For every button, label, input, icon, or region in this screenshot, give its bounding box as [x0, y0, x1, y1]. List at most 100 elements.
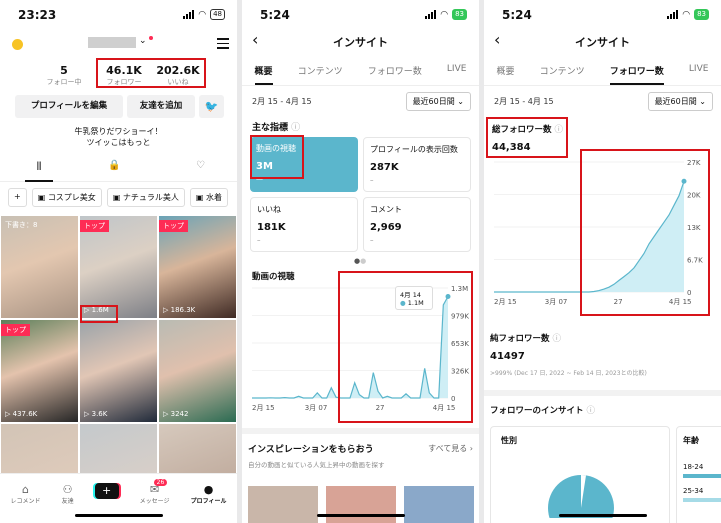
tab-content[interactable]: コンテンツ — [298, 62, 343, 85]
tab-followers[interactable]: フォロワー数 — [609, 62, 664, 85]
info-icon[interactable]: ⓘ — [586, 406, 595, 416]
insights-overview-screen: 5:24 ◠ 83 ‹ インサイト 概要 コンテンツ フォロワー数 LIVE 2… — [242, 0, 479, 523]
view-count-value: 186.3K — [170, 306, 196, 314]
metric-delta: – — [370, 176, 374, 184]
tab-live[interactable]: LIVE — [447, 62, 467, 85]
playlist-label: コスプレ美女 — [47, 193, 96, 202]
video-thumbnail[interactable]: トップ ▷ 1.6M — [80, 216, 157, 318]
video-thumbnail[interactable]: ▷ 3242 — [159, 320, 236, 422]
tooltip-value-row: ● 1.1M — [400, 299, 424, 307]
inspiration-thumb[interactable] — [248, 486, 318, 523]
view-count-value: 3.6K — [91, 410, 108, 418]
x-tick-label: 2月 15 — [252, 404, 275, 412]
age-group: 18-24 — [683, 463, 704, 471]
stat-following[interactable]: 5 フォロー中 — [36, 64, 92, 87]
menu-icon[interactable] — [217, 38, 229, 49]
video-thumbnail[interactable]: トップ ▷ 186.3K — [159, 216, 236, 318]
tab-content[interactable]: コンテンツ — [540, 62, 585, 85]
status-icons: ◠ 48 — [183, 9, 225, 20]
playlist-label: 水着 — [206, 193, 223, 202]
wifi-icon: ◠ — [198, 9, 207, 20]
inspiration-thumb[interactable] — [326, 486, 396, 523]
tab-overview[interactable]: 概要 — [254, 62, 273, 85]
age-card[interactable]: 年齢 18-24 25-34 — [676, 426, 721, 523]
metric-value: 3M — [256, 161, 273, 172]
edit-profile-button[interactable]: プロフィールを編集 — [15, 95, 123, 118]
y-tick-label: 979K — [451, 313, 469, 321]
inspiration-thumb[interactable] — [404, 486, 474, 523]
stat-followers[interactable]: 46.1K フォロワー — [96, 64, 152, 87]
nav-home[interactable]: ⌂ レコメンド — [11, 483, 41, 505]
nav-profile[interactable]: ● プロフィール — [191, 483, 227, 505]
metric-delta: – — [257, 236, 261, 244]
twitter-icon[interactable]: 🐦 — [199, 95, 224, 118]
video-thumbnail[interactable]: 下書き：8 — [1, 216, 78, 318]
nav-label: 友達 — [61, 498, 74, 505]
playlist-chip[interactable]: ▣ コスプレ美女 — [31, 188, 102, 207]
add-playlist-button[interactable]: + — [8, 188, 27, 207]
date-range-select[interactable]: 最近60日間 ⌄ — [405, 92, 471, 111]
tab-live[interactable]: LIVE — [689, 62, 709, 85]
metric-card-likes[interactable]: いいね 181K – — [250, 197, 358, 252]
metric-card-profile-views[interactable]: プロフィールの表示回数 287K – — [363, 137, 471, 192]
views-chart: 1.3M 979K 653K 326K 0 2月 15 3月 07 27 4月 15 — [252, 285, 469, 412]
y-tick-label: 0 — [687, 289, 691, 297]
date-range: 2月 15 - 4月 15 — [252, 97, 312, 106]
status-icons: ◠ 83 — [425, 9, 467, 20]
coin-icon[interactable] — [12, 39, 23, 50]
signal-icon — [425, 10, 437, 19]
metric-card-comments[interactable]: コメント 2,969 – — [363, 197, 471, 252]
stat-label: いいね — [167, 78, 189, 86]
bio-line: ツイッこはもっと — [86, 138, 151, 147]
grid-tab-icon[interactable]: ⦀ — [25, 160, 53, 182]
y-tick-label: 0 — [451, 395, 455, 403]
tab-followers[interactable]: フォロワー数 — [368, 62, 422, 85]
video-thumbnail[interactable]: ▷ 3.6K — [80, 320, 157, 422]
playlist-chip[interactable]: ▣ ナチュラル美人 — [106, 188, 185, 207]
chevron-down-icon[interactable]: ⌄ — [139, 36, 147, 46]
metric-label: プロフィールの表示回数 — [370, 145, 458, 154]
home-indicator — [559, 514, 647, 517]
add-friend-button[interactable]: 友達を追加 — [127, 95, 195, 118]
y-tick-label: 6.7K — [687, 257, 703, 265]
section-title-text: 主な指標 — [252, 123, 289, 133]
view-count: ▷ 186.3K — [163, 306, 196, 314]
tab-overview[interactable]: 概要 — [497, 62, 515, 85]
liked-tab-icon[interactable]: ♡ — [196, 160, 205, 171]
stat-value: 5 — [60, 64, 68, 77]
lock-icon[interactable]: 🔒 — [108, 160, 120, 171]
stat-value: 202.6K — [156, 64, 200, 77]
account-name-blurred[interactable] — [88, 37, 136, 48]
nav-label: レコメンド — [10, 498, 41, 505]
info-icon[interactable]: ⓘ — [554, 125, 563, 135]
stat-likes[interactable]: 202.6K いいね — [150, 64, 206, 87]
metric-card-views[interactable]: 動画の視聴 3M — — [250, 137, 358, 192]
metric-value: 287K — [370, 162, 399, 173]
gender-card[interactable]: 性別 — [490, 426, 670, 523]
y-tick-label: 1.3M — [451, 285, 468, 293]
follower-insight-section: フォロワーのインサイト ⓘ 性別 年齢 18-24 25-34 — [484, 390, 721, 523]
nav-friends[interactable]: ⚇ 友達 — [62, 483, 74, 505]
x-tick-label: 3月 07 — [545, 298, 568, 306]
status-time: 23:23 — [18, 8, 57, 22]
view-count-value: 1.6M — [91, 306, 109, 314]
wifi-icon: ◠ — [682, 9, 691, 20]
tooltip-value: 1.1M — [407, 299, 424, 307]
home-indicator — [317, 514, 405, 517]
gender-pie — [548, 475, 614, 518]
playlist-chip[interactable]: ▣ 水着 — [189, 188, 229, 207]
date-range-select[interactable]: 最近60日間 ⌄ — [647, 92, 713, 111]
nav-inbox[interactable]: ✉ 26 メッセージ — [140, 479, 170, 505]
signal-icon — [667, 10, 679, 19]
metric-label: コメント — [370, 205, 402, 214]
create-button[interactable]: + — [94, 483, 119, 505]
see-all-link[interactable]: すべて見る › — [428, 443, 473, 454]
stat-value: 46.1K — [106, 64, 142, 77]
metric-value: 2,969 — [370, 222, 402, 233]
video-thumbnail[interactable]: トップ ▷ 437.6K — [1, 320, 78, 422]
profile-screen: 23:23 ◠ 48 ⌄ 5 フォロー中 46.1K フォロワー 202.6K … — [0, 0, 237, 523]
page-title: インサイト — [333, 36, 388, 49]
info-icon[interactable]: ⓘ — [291, 123, 300, 133]
view-count: ▷ 3.6K — [84, 410, 108, 418]
info-icon[interactable]: ⓘ — [552, 334, 561, 344]
